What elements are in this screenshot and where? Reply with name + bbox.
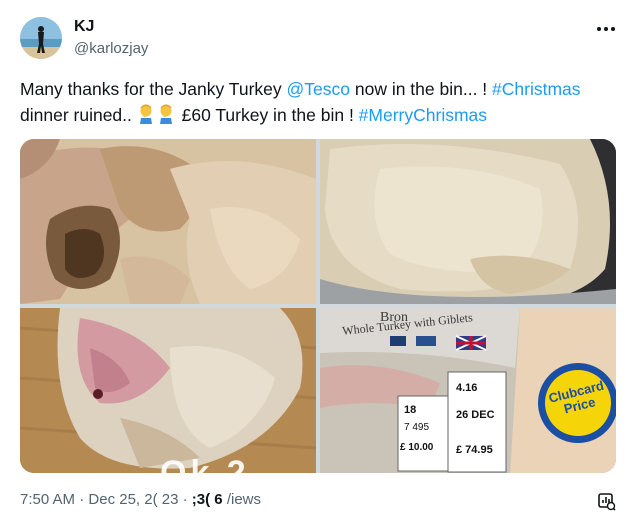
turkey-photo-2-image [320, 139, 616, 304]
label-price: £ 74.95 [456, 444, 493, 456]
hashtag-link[interactable]: #Christmas [492, 79, 581, 99]
more-options-icon[interactable] [596, 18, 616, 38]
label-cook: 18 [404, 404, 417, 416]
tweet[interactable]: KJ @karlozjay Many thanks for the Janky … [0, 0, 634, 521]
facepalm-emoji-icon [159, 104, 172, 124]
tweet-line-1: Many thanks for the Janky Turkey @Tesco … [20, 76, 620, 102]
author-display-name[interactable]: KJ [74, 18, 94, 36]
label-price-left: £ 10.00 [400, 442, 434, 453]
label-date: 26 DEC [456, 409, 495, 421]
tweet-text-segment: now in the bin... ! [350, 79, 493, 99]
turkey-photo-3-image [20, 308, 316, 473]
views-label: /iews [226, 491, 261, 508]
watermark: Ok 2 [160, 454, 250, 492]
avatar-image [20, 17, 62, 59]
tweet-time[interactable]: 7:50 AM [20, 491, 75, 508]
tweet-text-segment: Many thanks for the Janky Turkey [20, 79, 287, 99]
turkey-photo-3[interactable] [20, 308, 316, 473]
tweet-text: Many thanks for the Janky Turkey @Tesco … [20, 76, 620, 128]
views-count: ;3( 6 [191, 491, 223, 508]
photo-grid: Bron Whole Turkey with Giblets Clubcard … [20, 139, 616, 473]
tweet-line-2: dinner ruined.. £60 Turkey in the bin ! … [20, 102, 620, 128]
tweet-meta: 7:50 AM · Dec 25, 2( 23 · ;3( 6 /iews [20, 491, 261, 508]
turkey-photo-2[interactable] [320, 139, 616, 304]
hashtag-link[interactable]: #MerryChrismas [359, 105, 487, 125]
analytics-icon[interactable] [596, 491, 616, 511]
tweet-text-segment: £60 Turkey in the bin ! [176, 105, 359, 125]
meta-separator: · [75, 491, 89, 508]
meta-separator: · [178, 491, 192, 508]
facepalm-emoji-icon [139, 104, 152, 124]
label-num: 7 495 [404, 422, 430, 433]
avatar[interactable] [20, 17, 62, 59]
turkey-photo-1[interactable] [20, 139, 316, 304]
label-weight: 4.16 [456, 382, 478, 394]
tweet-date[interactable]: Dec 25, 2( 23 [88, 491, 178, 508]
analytics-icon-graphic [598, 493, 616, 511]
turkey-photo-1-image [20, 139, 316, 304]
author-handle[interactable]: @karlozjay [74, 40, 148, 57]
turkey-photo-4[interactable]: Bron Whole Turkey with Giblets Clubcard … [320, 308, 616, 473]
tweet-text-segment: dinner ruined.. [20, 105, 137, 125]
mention-link[interactable]: @Tesco [287, 79, 350, 99]
